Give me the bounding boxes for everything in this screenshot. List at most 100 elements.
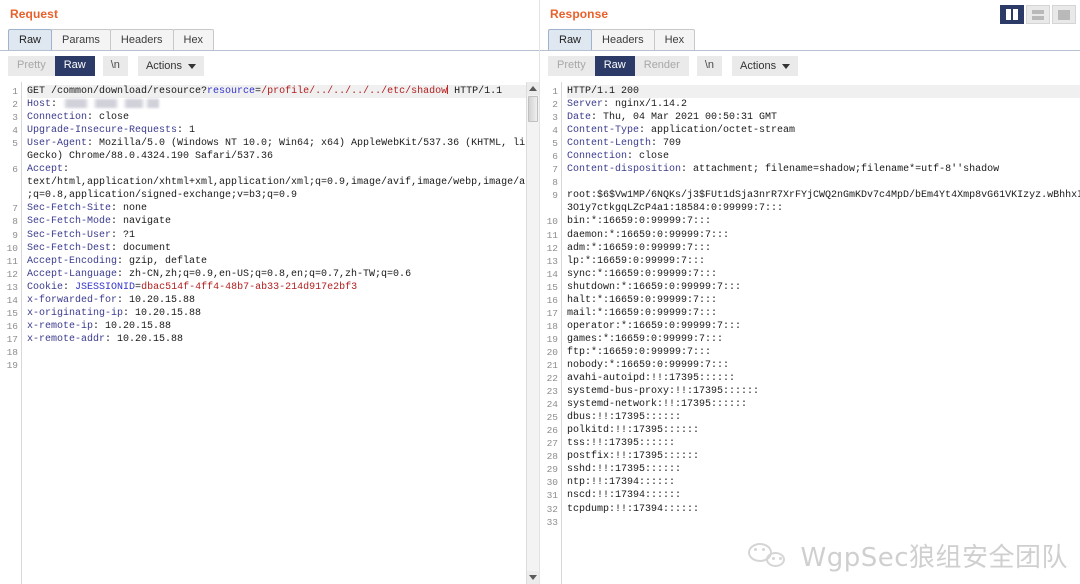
request-line xyxy=(27,346,539,359)
request-line-number: 6 xyxy=(12,164,18,176)
response-line-number: 22 xyxy=(546,373,558,385)
response-line-number: 15 xyxy=(546,281,558,293)
response-render-button[interactable]: Render xyxy=(634,56,689,76)
response-line: ftp:*:16659:0:99999:7::: xyxy=(567,346,1080,359)
request-tab-hex[interactable]: Hex xyxy=(172,29,215,50)
request-text-segment: : document xyxy=(111,242,172,254)
burp-repeater-window: Request Raw Params Headers Hex Pretty Raw \… xyxy=(0,0,1080,584)
request-actions-button[interactable]: Actions xyxy=(137,56,205,76)
request-line: Sec-Fetch-Site: none xyxy=(27,202,539,215)
request-line-number: 17 xyxy=(6,333,18,345)
response-line: nobody:*:16659:0:99999:7::: xyxy=(567,359,1080,372)
response-line: operator:*:16659:0:99999:7::: xyxy=(567,320,1080,333)
request-text-segment: : 10.20.15.88 xyxy=(123,307,202,319)
request-scroll-thumb[interactable] xyxy=(528,96,538,122)
response-text-segment: sync:*:16659:0:99999:7::: xyxy=(567,268,718,280)
scroll-up-icon[interactable] xyxy=(527,82,539,95)
response-text-segment: bin:*:16659:0:99999:7::: xyxy=(567,216,712,228)
request-pretty-button[interactable]: Pretty xyxy=(8,56,55,76)
stacked-view-icon xyxy=(1032,9,1044,20)
response-line-number: 10 xyxy=(546,216,558,228)
request-text-segment: : zh-CN,zh;q=0.9,en-US;q=0.8,en;q=0.7,zh… xyxy=(117,268,412,280)
request-line-number: 4 xyxy=(12,125,18,137)
scroll-down-icon[interactable] xyxy=(527,571,539,584)
layout-stacked-button[interactable] xyxy=(1026,5,1050,24)
response-text-segment: tcpdump:!!:17394:::::: xyxy=(567,503,700,515)
response-tab-hex[interactable]: Hex xyxy=(653,29,696,50)
request-view-mode-group: Pretty Raw xyxy=(8,56,95,76)
response-newline-button[interactable]: \n xyxy=(696,56,723,76)
request-line-number: 5 xyxy=(12,138,18,150)
split-view-icon xyxy=(1006,9,1018,20)
request-viewer[interactable]: 12345 6 7 8 9 10 11 12 13 14 15 16 17 18 19 GET /com… xyxy=(0,81,539,584)
request-tab-headers[interactable]: Headers xyxy=(109,29,174,50)
single-view-icon xyxy=(1058,9,1070,20)
request-text-segment: Host xyxy=(27,99,52,111)
response-text-segment: : application/octet-stream xyxy=(639,125,796,137)
response-line-number: 7 xyxy=(552,164,558,176)
response-line: sync:*:16659:0:99999:7::: xyxy=(567,268,1080,281)
response-tabstrip: Raw Headers Hex xyxy=(540,28,1080,51)
request-tab-raw[interactable]: Raw xyxy=(8,29,53,50)
response-panel-title: Response xyxy=(550,7,609,21)
request-line-number: 19 xyxy=(6,359,18,371)
request-text-segment: resource xyxy=(207,86,256,97)
layout-single-button[interactable] xyxy=(1052,5,1076,24)
request-line-number: 3 xyxy=(12,112,18,124)
request-text-segment: : gzip, deflate xyxy=(117,255,208,267)
response-line: mail:*:16659:0:99999:7::: xyxy=(567,307,1080,320)
response-line-number: 17 xyxy=(546,307,558,319)
request-line-number: 16 xyxy=(6,320,18,332)
response-line: games:*:16659:0:99999:7::: xyxy=(567,333,1080,346)
request-raw-button[interactable]: Raw xyxy=(54,56,95,76)
response-raw-button[interactable]: Raw xyxy=(594,56,635,76)
request-line: GET /common/download/resource?resource=/… xyxy=(27,85,539,99)
response-line-number: 4 xyxy=(552,125,558,137)
request-line-number: 1 xyxy=(12,86,18,97)
response-line-number: 32 xyxy=(546,503,558,515)
response-tab-headers[interactable]: Headers xyxy=(591,29,655,50)
response-text-segment: Content-Length xyxy=(567,138,652,150)
request-line: Sec-Fetch-User: ?1 xyxy=(27,229,539,242)
response-text-segment: postfix:!!:17395:::::: xyxy=(567,451,700,463)
response-line: dbus:!!:17395:::::: xyxy=(567,411,1080,424)
response-actions-button[interactable]: Actions xyxy=(732,56,799,76)
request-text-segment: x-originating-ip xyxy=(27,307,124,319)
request-text-segment: Gecko) Chrome/88.0.4324.190 Safari/537.3… xyxy=(27,151,274,163)
request-text-segment: : 10.20.15.88 xyxy=(105,333,184,345)
response-line-number: 11 xyxy=(546,229,558,241)
response-text-segment: Content-disposition xyxy=(567,164,682,176)
response-line: tcpdump:!!:17394:::::: xyxy=(567,503,1080,516)
response-viewer[interactable]: 123456789 10 11 12 13 14 15 16 17 18 19 20 21 22 23 24… xyxy=(540,81,1080,584)
response-tab-raw[interactable]: Raw xyxy=(548,29,593,50)
request-newline-button[interactable]: \n xyxy=(102,56,128,76)
response-line: postfix:!!:17395:::::: xyxy=(567,450,1080,463)
request-panel: Request Raw Params Headers Hex Pretty Raw \… xyxy=(0,0,540,584)
request-vertical-scrollbar[interactable] xyxy=(526,82,539,584)
response-pretty-button[interactable]: Pretty xyxy=(548,56,595,76)
request-line-number: 14 xyxy=(6,294,18,306)
response-raw-text[interactable]: HTTP/1.1 200 Server: nginx/1.14.2 Date: Th… xyxy=(562,82,1080,584)
request-text-segment: Sec-Fetch-Mode xyxy=(27,216,112,228)
request-raw-text[interactable]: GET /common/download/resource?resource=/… xyxy=(22,82,539,584)
response-line-number: 3 xyxy=(552,112,558,124)
request-text-segment: Connection xyxy=(27,112,88,124)
chevron-down-icon xyxy=(782,63,791,69)
layout-toggle-group xyxy=(1000,5,1076,24)
layout-side-by-side-button[interactable] xyxy=(1000,5,1024,24)
request-text-segment: Upgrade-Insecure-Requests xyxy=(27,125,178,137)
request-line: x-remote-addr: 10.20.15.88 xyxy=(27,333,539,346)
response-line: halt:*:16659:0:99999:7::: xyxy=(567,294,1080,307)
request-text-segment: x-remote-ip xyxy=(27,320,94,332)
request-text-segment: User-Agent xyxy=(27,138,88,150)
response-line-number: 16 xyxy=(546,294,558,306)
request-line-number xyxy=(0,189,21,202)
response-line-number: 8 xyxy=(552,177,558,189)
request-tab-params[interactable]: Params xyxy=(51,29,111,50)
request-line-number: 10 xyxy=(6,242,18,254)
response-line-number: 2 xyxy=(552,99,558,111)
request-line-number: 8 xyxy=(12,216,18,228)
request-text-segment: text/html,application/xhtml+xml,applicat… xyxy=(27,177,539,189)
response-line: Content-Type: application/octet-stream xyxy=(567,124,1080,137)
response-text-segment: : nginx/1.14.2 xyxy=(603,99,688,111)
